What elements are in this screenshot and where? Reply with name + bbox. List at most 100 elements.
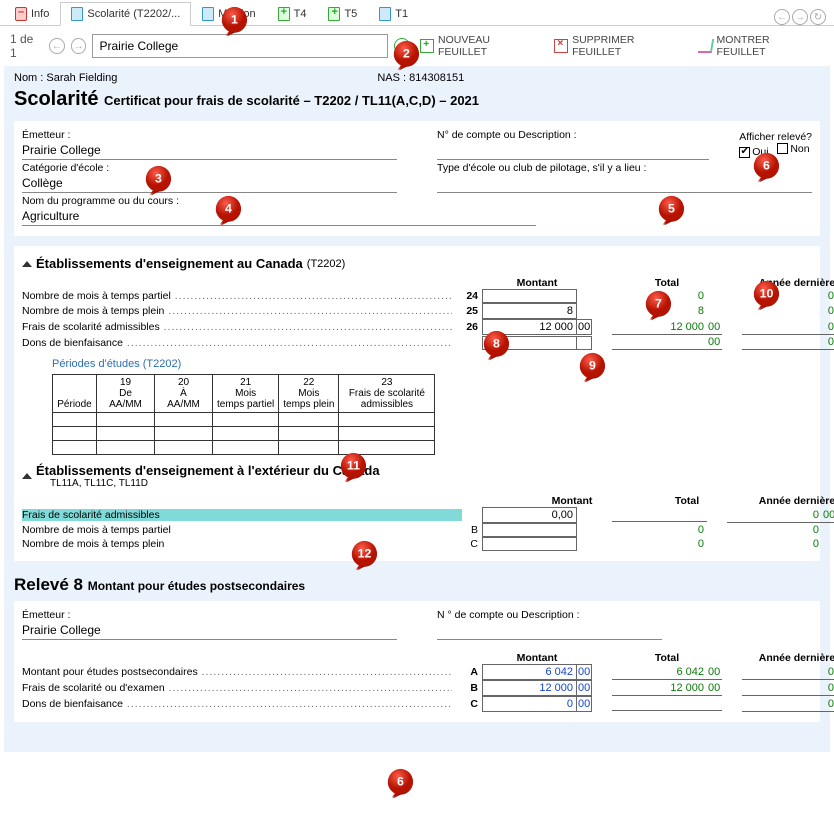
row-label: Frais de scolarité admissibles [22,509,462,521]
row-label: Frais de scolarité ou d'examen [22,682,452,694]
annee-cents: 00 [822,508,834,523]
nav-refresh-button[interactable]: ↻ [810,9,826,25]
row-label: Nombre de mois à temps plein [22,538,462,550]
row-label: Montant pour études postsecondaires [22,666,452,678]
tab-t4[interactable]: T4 [267,2,318,25]
montant-cents[interactable] [577,336,592,350]
total-cell: 0 [612,289,707,303]
row-label: Nombre de mois à temps plein [22,305,452,317]
montant-cell[interactable] [482,289,577,303]
annee-cell: 0 [742,304,834,318]
montant-cents[interactable]: 00 [577,664,592,680]
montant-cell[interactable]: 8 [482,303,577,319]
compte-field[interactable] [437,621,662,640]
tab-t1[interactable]: T1 [368,2,419,25]
col-total: Total [612,652,722,664]
compte-label: N° de compte ou Description : [437,129,709,141]
montant-cell[interactable] [482,523,577,537]
montant-cents[interactable]: 00 [577,696,592,712]
montant-cents[interactable]: 00 [577,319,592,335]
total-cell: 12 000 [612,681,707,696]
total-cell [612,697,707,711]
nav-forward-button[interactable]: → [792,9,808,25]
svg-text:6: 6 [397,775,404,789]
show-icon [698,39,714,53]
callout-marker: 6 [384,768,424,798]
pager-prev-button[interactable]: ← [49,38,65,54]
section-heading: Établissements d'enseignement au Canada [36,256,303,271]
emetteur-field[interactable] [22,621,397,640]
annee-cell: 0 [742,289,834,303]
period-cell[interactable] [53,427,97,441]
tab-label: T4 [294,8,307,20]
montant-cell[interactable]: 12 000 [482,680,577,696]
pager-next-button[interactable]: → [71,38,87,54]
row-label: Dons de bienfaisance [22,698,452,710]
period-cell[interactable] [53,441,97,455]
typeecole-label: Type d'école ou club de pilotage, s'il y… [437,162,812,174]
tab-t5[interactable]: T5 [317,2,368,25]
search-input[interactable] [92,34,388,58]
tab-info[interactable]: Info [4,2,60,25]
tab-label: T1 [395,8,408,20]
annee-cell: 0 [742,697,834,712]
add-icon [420,39,434,53]
total-cell [612,508,707,522]
typeecole-field[interactable] [437,174,812,193]
delete-icon [554,39,568,53]
nav-back-button[interactable]: ← [774,9,790,25]
period-cell[interactable] [53,413,97,427]
col-annee: Année dernière [742,495,834,507]
montant-cell[interactable]: 6 042 [482,664,577,680]
add-document-icon [328,7,340,21]
col-annee: Année dernière [742,652,834,664]
toolbar: 1 de 1 ← → → NOUVEAU FEUILLET SUPPRIMER … [0,26,834,66]
tab-scolarite[interactable]: Scolarité (T2202/... [60,2,191,26]
col-montant: Montant [512,495,632,507]
compte-label: N ° de compte ou Description : [437,609,812,621]
montant-cell[interactable]: 0,00 [482,507,577,523]
r8-info-block: Émetteur : N ° de compte ou Description … [14,601,820,722]
emetteur-field[interactable] [22,141,397,160]
collapse-icon[interactable] [22,261,32,267]
form-sheet: Nom : Sarah Fielding NAS : 814308151 Sco… [4,66,830,752]
search-go-button[interactable]: → [394,38,410,54]
button-label: MONTRER FEUILLET [717,34,820,58]
col-montant: Montant [482,652,592,664]
box-number: 26 [452,321,482,333]
total-cents: 00 [707,320,722,335]
total-cell: 8 [612,304,707,318]
montant-cell[interactable]: 12 000 [482,319,577,335]
montant-cell[interactable]: 0 [482,696,577,712]
programme-field[interactable] [22,207,536,226]
nom-label: Nom : [14,72,43,84]
compte-field[interactable] [437,141,709,160]
total-cell: 0 [612,537,707,551]
section-suffix: (T2202) [307,258,346,270]
row-label: Nombre de mois à temps partiel [22,524,462,536]
nouveau-feuillet-button[interactable]: NOUVEAU FEUILLET [416,32,544,60]
document-icon [71,7,83,21]
annee-cell: 0 [727,537,822,551]
categorie-field[interactable] [22,174,397,193]
oui-checkbox[interactable]: ✔Oui [739,146,768,158]
total-cell: 12 000 [612,320,707,335]
total-cents: 00 [707,681,722,696]
montant-cell[interactable] [482,537,577,551]
non-checkbox[interactable]: Non [777,143,809,155]
tab-label: Info [31,8,49,20]
montant-cell[interactable] [482,336,577,350]
collapse-icon[interactable] [22,473,32,479]
line-letter: A [452,666,482,678]
montant-cents[interactable]: 00 [577,680,592,696]
col-total: Total [632,495,742,507]
tab-label: T5 [344,8,357,20]
montrer-feuillet-button[interactable]: MONTRER FEUILLET [695,32,824,60]
periods-table: Période 19DeAA/MM 20ÀAA/MM 21Moistemps p… [52,374,435,455]
total-cell: 0 [612,523,707,537]
total-cents [707,697,722,711]
tab-mission[interactable]: Mission [191,2,266,25]
supprimer-feuillet-button[interactable]: SUPPRIMER FEUILLET [550,32,688,60]
info-block: Émetteur : N° de compte ou Description :… [14,121,820,236]
col-total: Total [612,277,722,289]
